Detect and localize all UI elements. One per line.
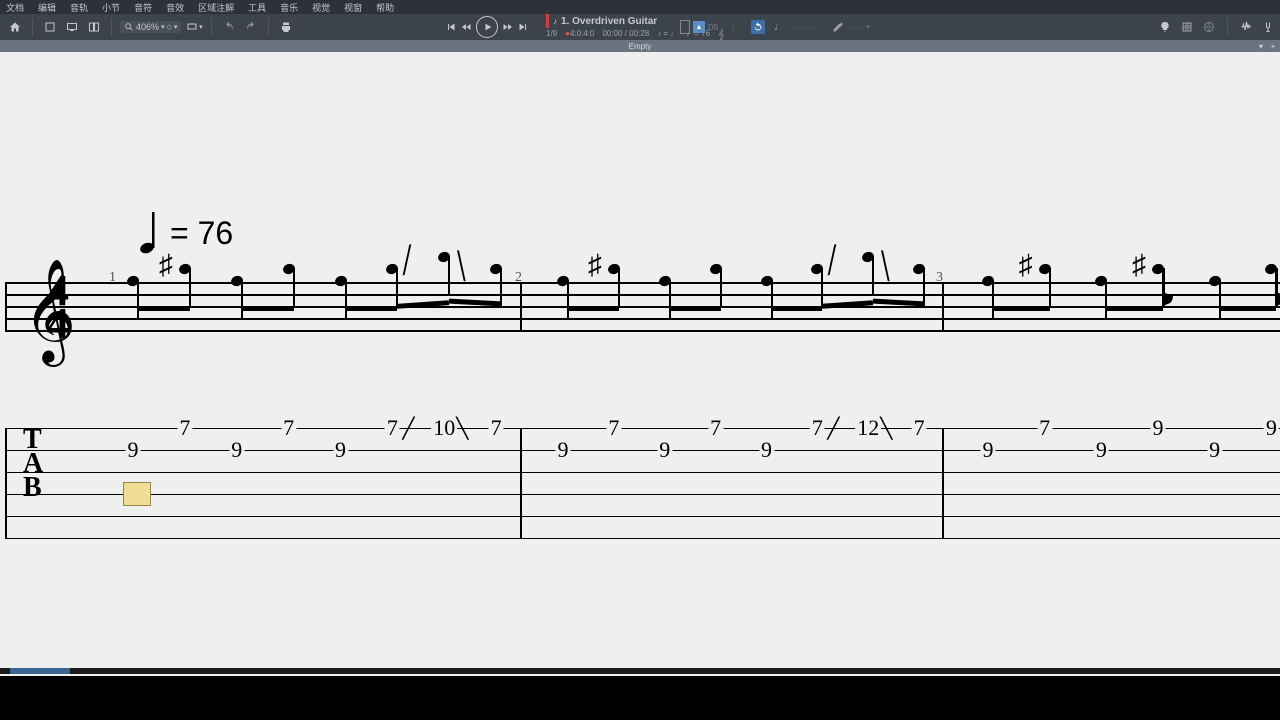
edit-cursor[interactable] (123, 482, 151, 506)
audio-wave-icon[interactable] (1238, 18, 1254, 36)
fret-number[interactable]: 7 (606, 415, 621, 441)
view-page-icon[interactable] (41, 18, 59, 36)
fret-number[interactable]: 9 (1264, 415, 1279, 441)
score-view[interactable]: = 76 1 2 3 𝄞 44 ♯╱╲♯╱╲♯♯ TAB 979797╱10╲7… (0, 52, 1280, 676)
menu-item[interactable]: 编辑 (38, 1, 56, 14)
menu-item[interactable]: 音轨 (70, 1, 88, 14)
lightbulb-icon[interactable] (1157, 18, 1173, 36)
print-icon[interactable] (277, 18, 295, 36)
fret-number[interactable]: 9 (333, 437, 348, 463)
tempo-marking: = 76 (140, 212, 233, 254)
time-display: 00:00 / 00:28 (602, 29, 649, 40)
home-icon[interactable] (6, 18, 24, 36)
fret-number[interactable]: 9 (229, 437, 244, 463)
fret-number[interactable]: 9 (1207, 437, 1222, 463)
menu-item[interactable]: 音效 (166, 1, 184, 14)
play-button[interactable] (476, 16, 498, 38)
fret-number[interactable]: 10 (431, 415, 457, 441)
fret-number[interactable]: 7 (912, 415, 927, 441)
fret-number[interactable]: 9 (126, 437, 141, 463)
bottom-panel (0, 676, 1280, 720)
fret-number[interactable]: 9 (1094, 437, 1109, 463)
rewind-icon[interactable] (460, 18, 474, 36)
fret-number[interactable]: 7 (810, 415, 825, 441)
skip-end-icon[interactable] (516, 18, 530, 36)
menu-item[interactable]: 工具 (248, 1, 266, 14)
note-pitch: D5 (708, 23, 726, 32)
fretboard-icon[interactable] (1179, 18, 1195, 36)
redo-icon[interactable] (242, 18, 260, 36)
menu-item[interactable]: 音乐 (280, 1, 298, 14)
skip-start-icon[interactable] (444, 18, 458, 36)
loop-icon[interactable] (751, 20, 765, 34)
fret-number[interactable]: 9 (556, 437, 571, 463)
tuning-fork-icon[interactable] (1260, 18, 1276, 36)
fret-number[interactable]: 7 (708, 415, 723, 441)
metronome-indicator[interactable]: ▲ (693, 21, 705, 33)
fret-number[interactable]: 7 (177, 415, 192, 441)
track-title-label: 1. Overdriven Guitar (561, 16, 657, 27)
tab-clef: TAB (23, 428, 43, 499)
fret-number[interactable]: 9 (1151, 415, 1166, 441)
fret-number[interactable]: 7 (1037, 415, 1052, 441)
main-toolbar: 406%▾ ◇ ▾ ▾ ♪ 1. Overdriven Guitar 1/9 ●… (0, 14, 1280, 40)
fret-number[interactable]: 9 (759, 437, 774, 463)
tab-label[interactable]: Empty (629, 42, 652, 51)
document-tabs: Empty ▾ + (0, 40, 1280, 52)
fret-number[interactable]: 12 (855, 415, 881, 441)
globe-icon[interactable] (1201, 18, 1217, 36)
display-mode-icon[interactable]: ▾ (185, 18, 203, 36)
menu-item[interactable]: 文档 (6, 1, 24, 14)
time-signature: 44 (47, 274, 69, 340)
tab-dropdown-icon[interactable]: ▾ (1256, 42, 1266, 51)
menu-item[interactable]: 帮助 (376, 1, 394, 14)
fret-number[interactable]: 9 (657, 437, 672, 463)
menu-item[interactable]: 音符 (134, 1, 152, 14)
fret-number[interactable]: 7 (281, 415, 296, 441)
menu-item[interactable]: 视窗 (344, 1, 362, 14)
fret-number[interactable]: 7 (489, 415, 504, 441)
fret-number[interactable]: 9 (981, 437, 996, 463)
transport-controls (444, 16, 530, 38)
forward-icon[interactable] (500, 18, 514, 36)
pencil-icon[interactable] (832, 21, 844, 33)
menu-item[interactable]: 小节 (102, 1, 120, 14)
undo-icon[interactable] (220, 18, 238, 36)
fret-number[interactable]: 7 (385, 415, 400, 441)
track-color-indicator (546, 14, 549, 28)
view-split-icon[interactable] (85, 18, 103, 36)
bar-position: 1/9 (546, 29, 557, 40)
menu-item[interactable]: 视觉 (312, 1, 330, 14)
zoom-control[interactable]: 406%▾ ◇ ▾ (120, 21, 181, 33)
menu-bar: 文档 编辑 音轨 小节 音符 音效 区域注解 工具 音乐 视觉 视窗 帮助 (0, 0, 1280, 14)
tab-add-icon[interactable]: + (1268, 42, 1278, 51)
timeline-scrubber[interactable] (0, 668, 1280, 674)
menu-item[interactable]: 区域注解 (198, 1, 234, 14)
view-screen-icon[interactable] (63, 18, 81, 36)
